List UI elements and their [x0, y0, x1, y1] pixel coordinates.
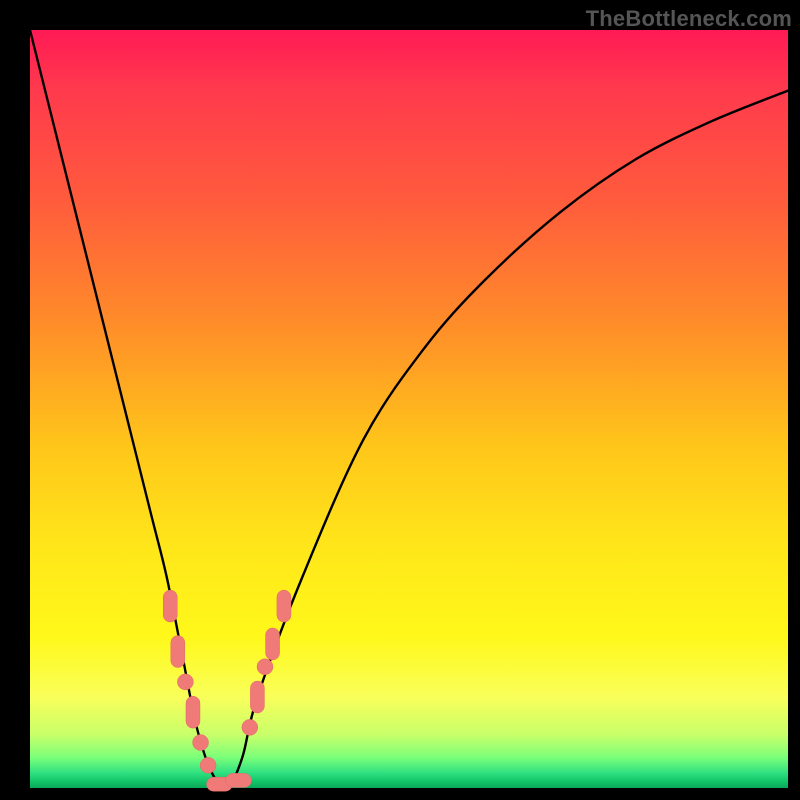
chart-frame: TheBottleneck.com — [0, 0, 800, 800]
marker-dot — [200, 757, 216, 773]
marker-pill-v — [163, 590, 177, 622]
marker-dot — [177, 674, 193, 690]
marker-dot — [242, 719, 258, 735]
marker-pill-h — [225, 773, 251, 787]
marker-pill-v — [277, 590, 291, 622]
watermark-text: TheBottleneck.com — [586, 6, 792, 32]
marker-pill-v — [171, 636, 185, 668]
marker-dot — [193, 735, 209, 751]
marker-dot — [257, 659, 273, 675]
curve-layer — [30, 30, 788, 788]
marker-pill-v — [250, 681, 264, 713]
bottleneck-curve — [30, 30, 788, 788]
plot-area — [30, 30, 788, 788]
marker-group — [163, 590, 291, 791]
marker-pill-v — [266, 628, 280, 660]
marker-pill-v — [186, 696, 200, 728]
